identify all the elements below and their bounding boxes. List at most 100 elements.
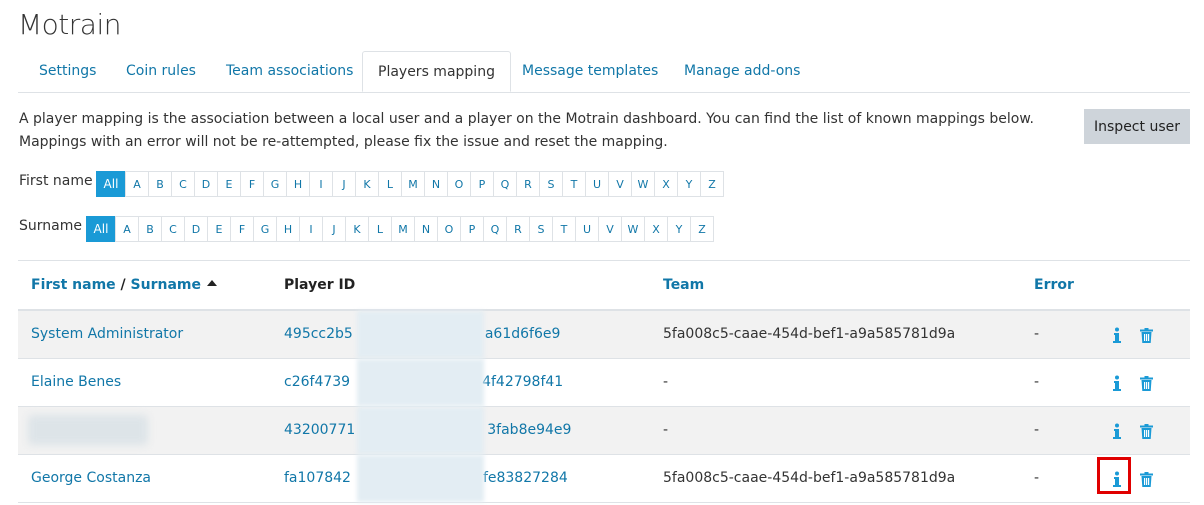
surname-filter-letter[interactable]: T (552, 216, 576, 242)
redaction-blur (357, 407, 484, 454)
surname-filter-letter[interactable]: F (230, 216, 254, 242)
team-value: 5fa008c5-caae-454d-bef1-a9a585781d9a (663, 470, 956, 486)
tab-manage-addons[interactable]: Manage add-ons (684, 51, 800, 91)
trash-icon[interactable] (1137, 372, 1155, 394)
firstname-filter-letter[interactable]: J (332, 171, 356, 197)
surname-filter-letter[interactable]: U (575, 216, 599, 242)
firstname-filter-letter[interactable]: U (585, 171, 609, 197)
player-id-start: 43200771 (284, 422, 356, 438)
column-header-error[interactable]: Error (1034, 277, 1074, 293)
firstname-filter-letter[interactable]: M (401, 171, 425, 197)
surname-filter-letter[interactable]: E (207, 216, 231, 242)
sort-ascending-icon (207, 280, 217, 286)
inspect-user-button[interactable]: Inspect user (1084, 109, 1190, 144)
surname-filter-letter[interactable]: B (138, 216, 162, 242)
info-icon[interactable] (1108, 468, 1126, 490)
firstname-filter-letter[interactable]: S (539, 171, 563, 197)
firstname-filter-letter[interactable]: I (309, 171, 333, 197)
surname-filter-letter[interactable]: D (184, 216, 208, 242)
surname-initials-bar: Surname All ABCDEFGHIJKLMNOPQRSTUVWXYZ (19, 216, 799, 242)
tab-team-associations[interactable]: Team associations (226, 51, 353, 91)
trash-icon[interactable] (1137, 420, 1155, 442)
team-value: - (663, 374, 669, 390)
surname-filter-letter[interactable]: A (115, 216, 139, 242)
error-value: - (1034, 422, 1040, 438)
firstname-filter-letter[interactable]: C (171, 171, 195, 197)
column-header-team[interactable]: Team (663, 277, 704, 293)
player-id-end: a61d6f6e9 (484, 326, 561, 342)
trash-icon[interactable] (1137, 324, 1155, 346)
firstname-filter-letter[interactable]: R (516, 171, 540, 197)
surname-filter-letter[interactable]: R (506, 216, 530, 242)
surname-filter-letter[interactable]: N (414, 216, 438, 242)
player-id-end: 3fab8e94e9 (487, 422, 572, 438)
surname-filter-letter[interactable]: V (598, 216, 622, 242)
firstname-filter-letter[interactable]: A (125, 171, 149, 197)
table-row: Elaine Benes c26f4739 4f42798f41 - - (18, 359, 1190, 407)
firstname-filter-letter[interactable]: W (631, 171, 655, 197)
surname-filter-letter[interactable]: P (460, 216, 484, 242)
firstname-filter-letter[interactable]: T (562, 171, 586, 197)
surname-filter-letter[interactable]: M (391, 216, 415, 242)
surname-filter-letter[interactable]: L (368, 216, 392, 242)
firstname-filter-letter[interactable]: V (608, 171, 632, 197)
firstname-filter-letter[interactable]: D (194, 171, 218, 197)
tab-coin-rules[interactable]: Coin rules (126, 51, 196, 91)
user-name-link[interactable]: George Costanza (31, 470, 151, 486)
column-header-player-id: Player ID (284, 277, 356, 293)
trash-icon[interactable] (1137, 468, 1155, 490)
tab-bar: Settings Coin rules Team associations Pl… (18, 51, 1190, 93)
firstname-filter-letter[interactable]: O (447, 171, 471, 197)
error-value: - (1034, 470, 1040, 486)
firstname-filter-letter[interactable]: F (240, 171, 264, 197)
firstname-filter-letter[interactable]: Y (677, 171, 701, 197)
surname-filter-letter[interactable]: X (644, 216, 668, 242)
surname-filter-letter[interactable]: Z (690, 216, 714, 242)
player-id-end: 4f42798f41 (482, 374, 564, 390)
surname-filter-all[interactable]: All (86, 216, 116, 242)
team-value: 5fa008c5-caae-454d-bef1-a9a585781d9a (663, 326, 956, 342)
firstname-filter-all[interactable]: All (96, 171, 126, 197)
surname-filter-letter[interactable]: Y (667, 216, 691, 242)
surname-filter-letter[interactable]: G (253, 216, 277, 242)
redaction-blur (357, 311, 484, 358)
info-icon[interactable] (1108, 324, 1126, 346)
firstname-filter-letter[interactable]: K (355, 171, 379, 197)
surname-filter-label: Surname (19, 218, 82, 234)
surname-filter-letter[interactable]: S (529, 216, 553, 242)
surname-filter-letter[interactable]: Q (483, 216, 507, 242)
tab-settings[interactable]: Settings (39, 51, 96, 91)
sort-surname-link[interactable]: Surname (131, 277, 201, 293)
page-title: Motrain (18, 8, 121, 41)
firstname-filter-letter[interactable]: N (424, 171, 448, 197)
surname-filter-letter[interactable]: O (437, 216, 461, 242)
column-header-name: First name / Surname (31, 277, 217, 293)
surname-filter-letter[interactable]: W (621, 216, 645, 242)
firstname-filter-letter[interactable]: X (654, 171, 678, 197)
redaction-blur (357, 359, 484, 406)
firstname-filter-letter[interactable]: P (470, 171, 494, 197)
sort-first-name-link[interactable]: First name (31, 277, 116, 293)
user-name-link[interactable]: Elaine Benes (31, 374, 121, 390)
surname-filter-letter[interactable]: H (276, 216, 300, 242)
surname-filter-letter[interactable]: I (299, 216, 323, 242)
info-icon[interactable] (1108, 420, 1126, 442)
firstname-filter-letter[interactable]: Z (700, 171, 724, 197)
description-text: A player mapping is the association betw… (19, 111, 1034, 150)
firstname-filter-letter[interactable]: B (148, 171, 172, 197)
firstname-filter-letter[interactable]: Q (493, 171, 517, 197)
surname-filter-letter[interactable]: J (322, 216, 346, 242)
firstname-filter-letter[interactable]: L (378, 171, 402, 197)
surname-filter-letter[interactable]: K (345, 216, 369, 242)
firstname-filter-letter[interactable]: G (263, 171, 287, 197)
info-icon[interactable] (1108, 372, 1126, 394)
tab-players-mapping[interactable]: Players mapping (362, 51, 511, 92)
redacted-name (28, 415, 148, 445)
team-value: - (663, 422, 669, 438)
surname-filter-letter[interactable]: C (161, 216, 185, 242)
firstname-filter-letter[interactable]: H (286, 171, 310, 197)
row-actions (1108, 372, 1153, 394)
user-name-link[interactable]: System Administrator (31, 326, 183, 342)
tab-message-templates[interactable]: Message templates (522, 51, 658, 91)
firstname-filter-letter[interactable]: E (217, 171, 241, 197)
